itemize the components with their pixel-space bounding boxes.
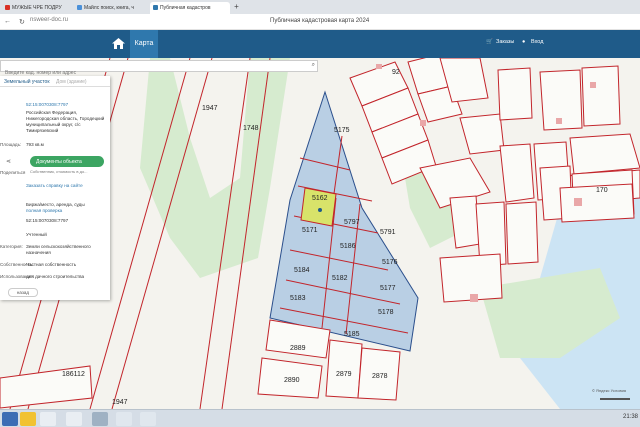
tab-building[interactable]: Дом (здание) [56,79,87,85]
address-text: Российская Федерация, Нижегородская обла… [26,110,105,133]
price-link[interactable]: полная проверка [26,208,108,214]
tab-label: Майлс поиск, книга, ч [84,5,134,11]
browser-tab-3[interactable]: Публичная кадастров [150,2,230,14]
documents-subtitle: Собственник, стоимость в до... [30,169,88,174]
plot-label: 5183 [290,295,306,302]
cart-icon[interactable]: 🛒 [486,39,493,45]
panel-tabs: Земельный участок Дом (здание) [0,76,110,87]
map-scale-bar [600,398,630,400]
start-icon[interactable] [2,412,18,426]
back-button[interactable]: назад [8,288,38,297]
plot-label: 1947 [202,105,218,112]
app-icon[interactable] [116,412,132,426]
tab-favicon-icon [5,5,10,10]
folder-icon[interactable] [20,412,36,426]
tab-label: Публичная кадастров [160,5,211,11]
browser-tab-bar: МУЖЫЕ ЧРЕ ПОДРУ Майлс поиск, книга, ч Пу… [0,0,640,14]
area-value: 793 кв.м [26,142,44,147]
selected-parcel[interactable] [300,187,337,227]
yandex-icon[interactable] [40,412,56,426]
address-bar: ← ↻ nsweer-doc.ru Публичная кадастровая … [0,14,640,30]
plot-label: 170 [596,187,608,194]
app-icon[interactable] [140,412,156,426]
area-label: Площадь: [0,142,22,147]
plot-label: 5171 [302,227,318,234]
plot-label: 2879 [336,371,352,378]
category-label: Категория: [0,244,23,249]
status-text: Учтенный [26,232,47,237]
share-label: Поделиться [0,170,26,175]
plot-label: 1748 [243,125,259,132]
tab-favicon-icon [77,5,82,10]
tab-land-plot[interactable]: Земельный участок [4,79,50,85]
plot-label: 5162 [312,195,328,202]
url-field[interactable]: nsweer-doc.ru [30,17,68,23]
plot-label: 5184 [294,267,310,274]
category-value: Земли сельскохозяйственного назначения [26,244,91,255]
plot-label: 5176 [382,259,398,266]
site-header: Карта 🛒 Заказы ● Вход [0,30,640,58]
chrome-icon[interactable] [66,412,82,426]
os-taskbar: 21:38 [0,409,640,427]
map-search-bar: ⌕ [0,60,318,78]
plot-label: 2889 [290,345,306,352]
parcel-info-panel: Земельный участок Дом (здание) 52:15:007… [0,76,110,300]
plot-label: 186112 [62,371,85,378]
order-link[interactable]: Заказать справку на сайте [26,183,108,189]
plot-label: 2878 [372,373,388,380]
plot-label: 5797 [344,219,360,226]
documents-button[interactable]: Документы объекта [30,156,104,167]
location-pin-icon [318,208,322,212]
back-arrow-icon[interactable]: ← [4,18,11,25]
tab-label: МУЖЫЕ ЧРЕ ПОДРУ [12,5,62,11]
reload-icon[interactable]: ↻ [19,18,25,26]
orders-button[interactable]: Заказы [496,39,514,45]
plot-label: 5182 [332,275,348,282]
browser-tab-2[interactable]: Майлс поиск, книга, ч [74,2,148,14]
plot-label: 1947 [112,399,128,406]
map-tab[interactable]: Карта [130,30,158,58]
login-button[interactable]: Вход [531,39,543,45]
plot-label: 5177 [380,285,396,292]
plot-label: 2890 [284,377,300,384]
app-icon[interactable] [92,412,108,426]
code-text: 52:15:0070308:7797 [26,218,69,223]
screen: МУЖЫЕ ЧРЕ ПОДРУ Майлс поиск, книга, ч Пу… [0,0,640,427]
plot-label: 5178 [378,309,394,316]
map-copyright: © Яндекс Условия [592,388,627,393]
tab-favicon-icon [153,5,158,10]
plot-label: 5175 [334,127,350,134]
plot-label: 5791 [380,229,396,236]
user-icon[interactable]: ● [522,39,525,45]
cad-number[interactable]: 52:15:0070308:7797 [26,102,108,108]
plot-label: 5185 [344,331,360,338]
use-value: для дачного строительства [26,274,85,279]
plot-label: 92 [392,69,400,76]
ownership-value: Частная собственность [26,262,77,267]
share-icon[interactable]: ⋖ [6,158,11,165]
browser-tab-1[interactable]: МУЖЫЕ ЧРЕ ПОДРУ [2,2,72,14]
plot-label: 5186 [340,243,356,250]
home-icon[interactable] [112,38,125,49]
page-title: Публичная кадастровая карта 2024 [270,18,370,24]
taskbar-clock: 21:38 [622,414,638,420]
new-tab-button[interactable]: + [232,3,241,12]
search-icon[interactable]: ⌕ [312,62,315,69]
